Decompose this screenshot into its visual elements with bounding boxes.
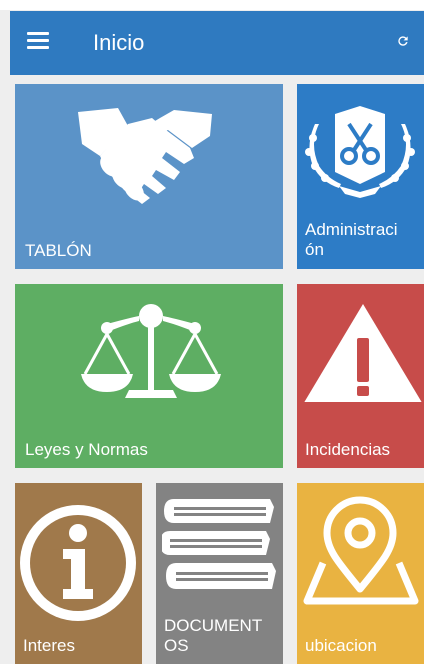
tile-label: Incidencias xyxy=(305,440,391,459)
tile-label: DOCUMENT OS xyxy=(164,616,263,655)
tile-documentos[interactable]: DOCUMENT OS xyxy=(156,483,283,664)
tile-label: TABLÓN xyxy=(25,241,92,260)
tile-interes[interactable]: Interes xyxy=(15,483,142,664)
scales-icon xyxy=(81,304,221,398)
handshake-icon xyxy=(78,108,212,204)
keys-emblem-icon xyxy=(305,106,415,198)
tile-tablon[interactable]: TABLÓN xyxy=(15,84,283,269)
tile-leyes-normas[interactable]: Leyes y Normas xyxy=(15,284,283,468)
tile-label: Administraci ón xyxy=(305,220,398,259)
tile-label: ubicacion xyxy=(305,636,377,655)
menu-icon[interactable] xyxy=(27,31,51,53)
map-pin-icon xyxy=(303,496,419,605)
refresh-icon[interactable] xyxy=(396,34,410,48)
app-bar: Inicio xyxy=(10,11,424,75)
tile-ubicacion[interactable]: ubicacion xyxy=(297,483,424,664)
tile-administracion[interactable]: Administraci ón xyxy=(297,84,424,269)
info-icon xyxy=(20,505,136,621)
page-title: Inicio xyxy=(93,30,145,55)
tile-label: Leyes y Normas xyxy=(25,440,148,459)
books-icon xyxy=(162,499,276,589)
warning-icon xyxy=(304,304,422,402)
status-bar xyxy=(0,0,424,10)
tile-incidencias[interactable]: Incidencias xyxy=(297,284,424,468)
tile-label: Interes xyxy=(23,636,75,655)
